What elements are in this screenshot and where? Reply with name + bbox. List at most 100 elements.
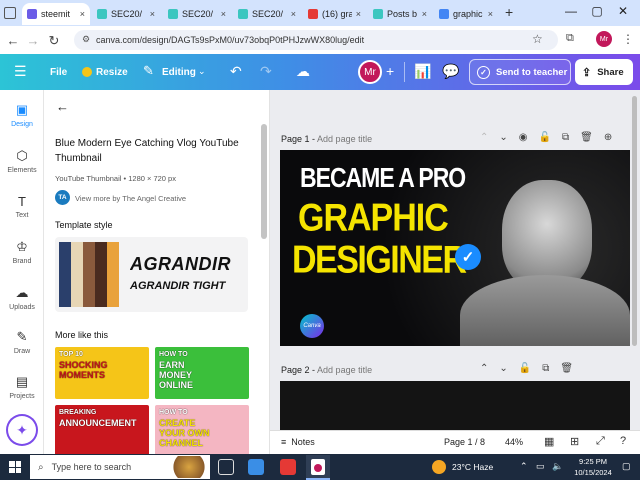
delete-page-icon[interactable]: 🗑 [580,132,593,143]
canvas-scrollbar[interactable] [632,96,637,346]
editing-dropdown[interactable]: Editing [162,67,196,78]
user-avatar[interactable]: Mr [358,60,382,84]
duplicate-page-icon[interactable]: ⧉ [562,132,569,143]
browser-tab[interactable]: Posts b × [368,3,432,25]
hide-page-icon[interactable]: ◉ [519,132,528,143]
rail-item-projects[interactable]: ▤ Projects [0,374,44,400]
add-page-icon[interactable]: ⊕ [604,132,612,143]
rail-item-elements[interactable]: ⬡ Elements [0,148,44,174]
page2-down-icon[interactable]: ⌄ [499,363,507,374]
page-down-icon[interactable]: ⌄ [499,132,507,143]
wps-office-icon[interactable] [280,459,296,475]
browser-tab[interactable]: graphic × [434,3,498,25]
page2-delete-icon[interactable]: 🗑 [560,363,573,374]
palette-swatch[interactable] [95,242,107,307]
page-counter[interactable]: Page 1 / 8 [444,437,485,447]
redo-icon[interactable]: ↷ [260,63,272,80]
profile-avatar[interactable]: Mr [596,31,612,47]
zoom-level[interactable]: 44% [505,437,523,447]
clock[interactable]: 9:25 PM 10/15/2024 [572,456,614,478]
rail-item-text[interactable]: T Text [0,194,44,219]
tab-close-icon[interactable]: × [217,9,226,19]
insights-icon[interactable]: 📊 [414,63,431,80]
undo-icon[interactable]: ↶ [230,63,242,80]
add-collaborator-icon[interactable]: + [386,63,394,79]
minimize-button[interactable]: — [562,4,580,18]
page1-label[interactable]: Page 1 - Add page title [281,134,372,144]
rail-item-draw[interactable]: ✎ Draw [0,329,44,355]
tab-close-icon[interactable]: × [352,9,361,19]
browser-tab[interactable]: SEC20/× [163,3,231,25]
file-menu[interactable]: File [50,67,67,78]
windows-start-icon[interactable] [9,461,21,473]
browser-tab[interactable]: SEC20/× [233,3,301,25]
tab-actions-icon[interactable] [4,7,16,19]
lock-icon[interactable]: 🔓 [539,132,551,143]
magic-ai-button[interactable]: ✦ [8,416,36,444]
rail-item-design[interactable]: ▣ Design [0,102,44,128]
tab-close-icon[interactable]: × [146,9,155,19]
tab-close-icon[interactable]: × [484,9,493,19]
send-to-teacher-button[interactable]: ✓ Send to teacher [469,59,571,85]
cloud-save-icon[interactable]: ☁ [296,63,310,80]
template-thumbnail[interactable]: BREAKING ANNOUNCEMENT [55,405,149,457]
page2-up-icon[interactable]: ⌃ [480,363,488,374]
tab-close-icon[interactable]: × [418,9,427,19]
page2-duplicate-icon[interactable]: ⧉ [542,363,549,374]
page2-design[interactable] [280,381,630,431]
new-tab-button[interactable]: + [505,4,513,20]
notifications-icon[interactable]: ▢ [622,461,631,472]
volume-icon[interactable]: 🔈 [552,461,563,472]
creator-link[interactable]: View more by The Angel Creative [75,194,186,203]
notes-button[interactable]: ≡ Notes [281,437,315,447]
forward-icon[interactable]: → [25,33,41,48]
tab-close-icon[interactable]: × [76,9,85,19]
network-icon[interactable]: ▭ [536,461,545,472]
bookmark-star-icon[interactable]: ☆ [532,32,543,46]
resize-button[interactable]: Resize [96,67,128,78]
browser-tab[interactable]: steemit × [22,3,90,25]
back-icon[interactable]: ← [5,33,21,48]
design-line1[interactable]: BECAME A PRO [300,162,466,194]
palette-swatch[interactable] [59,242,71,307]
weather-icon[interactable] [432,460,446,474]
template-thumbnail[interactable]: TOP 10 SHOCKING MOMENTS [55,347,149,399]
panel-scrollbar[interactable] [261,124,267,239]
close-window-button[interactable]: ✕ [614,4,632,18]
tab-close-icon[interactable]: × [287,9,296,19]
fullscreen-icon[interactable]: ⤢ [596,435,605,448]
palette-swatch[interactable] [83,242,95,307]
page1-add-title[interactable]: Add page title [317,134,372,144]
browser-tab[interactable]: SEC20/× [92,3,160,25]
page1-design[interactable]: BECAME A PRO GRAPHIC DESIGINER ✓ Canva [280,150,630,346]
url-bar[interactable]: ⚙ canva.com/design/DAGTs9sPxM0/uv73obqP0… [74,30,558,50]
help-icon[interactable]: ? [620,435,626,447]
template-thumbnail[interactable]: HOW TO EARN MONEY ONLINE [155,347,249,399]
rail-item-uploads[interactable]: ☁ Uploads [0,285,44,311]
comment-icon[interactable]: 💬 [442,63,459,80]
palette-swatch[interactable] [71,242,83,307]
pages-view-icon[interactable]: ⊞ [570,435,579,448]
page-up-icon[interactable]: ⌃ [480,132,488,143]
browser-tab[interactable]: (16) gra × [303,3,366,25]
task-view-icon[interactable] [218,459,234,475]
color-palette[interactable] [59,242,119,307]
site-info-icon[interactable]: ⚙ [82,34,90,45]
design-line2[interactable]: GRAPHIC [298,196,449,241]
panel-back-icon[interactable]: ← [56,99,69,114]
file-explorer-icon[interactable] [248,459,264,475]
share-button[interactable]: ⇪ Share [575,59,633,85]
page2-lock-icon[interactable]: 🔓 [519,363,531,374]
browser-menu-icon[interactable]: ⋮ [622,32,634,46]
weather-text[interactable]: 23°C Haze [452,462,493,472]
chrome-taskbar-item[interactable] [306,455,330,480]
design-line3[interactable]: DESIGINER [292,238,467,283]
page2-label[interactable]: Page 2 - Add page title [281,365,372,375]
rail-item-brand[interactable]: ♔ Brand [0,239,44,265]
maximize-button[interactable]: ▢ [588,4,606,18]
page2-add-title[interactable]: Add page title [317,365,372,375]
palette-swatch[interactable] [107,242,119,307]
extensions-icon[interactable]: ⧉ [566,32,574,45]
tray-chevron-icon[interactable]: ⌃ [520,461,528,472]
reload-icon[interactable]: ↻ [46,33,62,49]
